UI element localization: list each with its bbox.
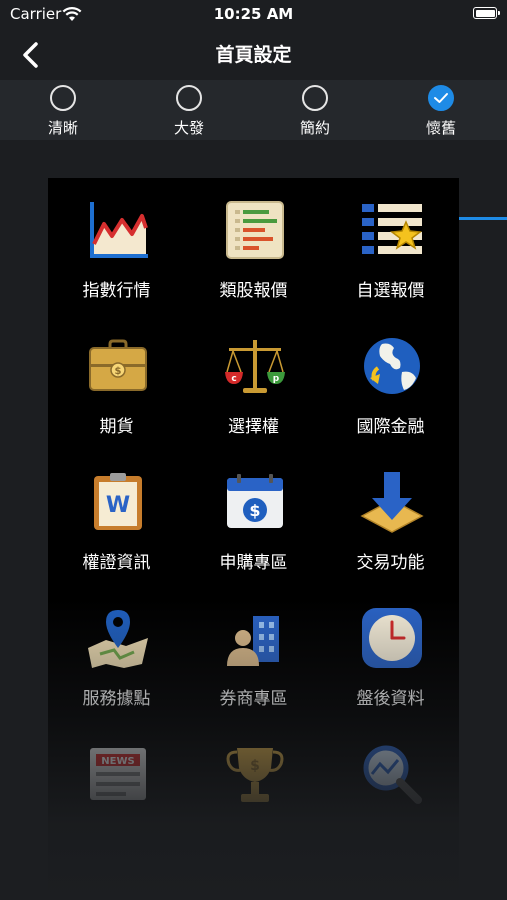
grid-item-label: 期貨 [99, 417, 134, 437]
theme-tab-retro[interactable]: 懷舊 [378, 80, 507, 140]
grid-item-international[interactable]: 國際金融 [322, 314, 459, 450]
grid-item-label: 券商專區 [219, 689, 288, 709]
broker-building-icon [227, 616, 279, 666]
svg-text:c: c [231, 374, 236, 384]
tab-label: 懷舊 [425, 119, 456, 137]
grid-item-label: 類股報價 [219, 281, 288, 301]
svg-text:p: p [273, 374, 280, 384]
warrant-clipboard-icon: W [94, 473, 142, 530]
grid-item-watchlist[interactable]: 自選報價 [322, 178, 459, 314]
radio-unchecked-icon[interactable] [302, 85, 328, 111]
radio-unchecked-icon[interactable] [50, 85, 76, 111]
tab-label: 簡約 [299, 119, 330, 137]
status-bar: Carrier 10:25 AM [0, 0, 507, 30]
tab-label: 大發 [173, 119, 204, 137]
grid-item-label: 權證資訊 [82, 553, 151, 573]
grid-item-warrant[interactable]: W 權證資訊 [48, 450, 185, 586]
navigation-bar: 首頁設定 [0, 30, 507, 80]
futures-briefcase-icon: $ [89, 339, 147, 391]
theme-tab-simple[interactable]: 簡約 [252, 80, 378, 140]
grid-item-label: 服務據點 [82, 689, 151, 709]
theme-tab-bold[interactable]: 大發 [126, 80, 252, 140]
grid-item-subscription[interactable]: $ 申購專區 [185, 450, 322, 586]
svg-text:W: W [106, 493, 130, 518]
sector-quote-icon [226, 201, 284, 259]
clock-label: 10:25 AM [213, 5, 294, 23]
svg-text:$: $ [249, 501, 260, 520]
watchlist-quote-icon [362, 204, 422, 254]
grid-item-label: 自選報價 [356, 281, 425, 301]
theme-tab-clear[interactable]: 清晰 [0, 80, 126, 140]
grid-item-options[interactable]: c p 選擇權 [185, 314, 322, 450]
grid-item-analysis[interactable] [322, 722, 459, 858]
grid-item-label: 申購專區 [219, 553, 288, 573]
battery-icon [473, 7, 500, 19]
theme-tab-bar: 清晰 大發 簡約 懷舊 [0, 80, 507, 220]
news-icon: NEWS [90, 748, 146, 800]
grid-item-trophy[interactable]: $ [185, 722, 322, 858]
grid-item-label: 盤後資料 [356, 689, 425, 709]
grid-item-futures[interactable]: $ 期貨 [48, 314, 185, 450]
globe-icon [364, 338, 420, 394]
radio-checked-icon[interactable] [428, 85, 454, 111]
svg-text:$: $ [115, 366, 122, 377]
tab-label: 清晰 [47, 119, 78, 137]
radio-unchecked-icon[interactable] [176, 85, 202, 111]
trade-arrow-icon [360, 472, 424, 533]
subscription-calendar-icon: $ [227, 474, 283, 528]
clock-icon [362, 608, 422, 668]
trophy-icon: $ [226, 748, 284, 802]
grid-item-after-hours[interactable]: 盤後資料 [322, 586, 459, 722]
grid-item-label: 交易功能 [356, 553, 425, 573]
page-title: 首頁設定 [215, 44, 292, 66]
grid-item-trading[interactable]: 交易功能 [322, 450, 459, 586]
home-shortcut-grid: 指數行情 類股報價 自選報價 $ 期貨 c p 選擇權 國際金融 W 權證資訊 … [48, 178, 459, 900]
grid-item-broker[interactable]: 券商專區 [185, 586, 322, 722]
grid-item-label: 指數行情 [82, 281, 151, 301]
options-scale-icon: c p [225, 340, 285, 393]
grid-item-index[interactable]: 指數行情 [48, 178, 185, 314]
grid-item-label: 選擇權 [228, 417, 279, 437]
grid-item-label: 國際金融 [356, 417, 425, 437]
svg-text:$: $ [250, 758, 260, 774]
grid-item-news[interactable]: NEWS [48, 722, 185, 858]
grid-item-branches[interactable]: 服務據點 [48, 586, 185, 722]
magnifier-chart-icon [363, 745, 422, 804]
map-pin-icon [88, 610, 148, 668]
index-chart-icon [90, 202, 148, 258]
svg-text:NEWS: NEWS [101, 756, 134, 767]
grid-item-sector-quote[interactable]: 類股報價 [185, 178, 322, 314]
